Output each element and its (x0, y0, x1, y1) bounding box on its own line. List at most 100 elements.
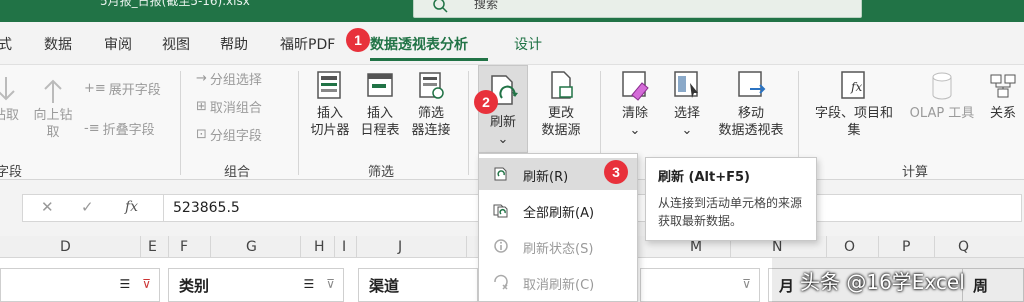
group-field-label: 分组字段 (209, 129, 262, 144)
slicer-channel-right[interactable]: ⊽ (640, 268, 760, 302)
column-divider (210, 236, 211, 258)
column-header[interactable]: N (772, 239, 782, 255)
menu-item-refresh-all[interactable]: 全部刷新(A) (479, 194, 637, 226)
slicer-controls: ⊽ (742, 277, 751, 291)
tab-help[interactable]: 帮助 (220, 34, 248, 54)
clear-filter-icon[interactable]: ⊽ (326, 277, 335, 291)
expand-field-button[interactable]: +≡ 展开字段 (84, 79, 161, 98)
select-icon (674, 71, 698, 98)
select-button[interactable]: 选择 ⌄ (664, 69, 710, 139)
column-header[interactable]: E (148, 239, 157, 255)
drill-down-button[interactable]: 钻取 (0, 75, 26, 124)
search-placeholder: 搜索 (474, 0, 499, 11)
tab-foxit-pdf[interactable]: 福昕PDF (280, 34, 335, 54)
tab-formulas[interactable]: 式 (0, 34, 12, 54)
slicer-partial[interactable]: ☰ ⊽ (0, 268, 160, 302)
column-divider (934, 236, 935, 258)
slicer-icon (317, 71, 341, 99)
menu-item-cancel-refresh[interactable]: 取消刷新(C) (479, 266, 637, 298)
fields-items-label: 字段、项目和 集 (814, 106, 893, 138)
insert-function-icon[interactable]: fx (125, 199, 138, 215)
column-header[interactable]: D (60, 239, 71, 255)
menu-item-label: 刷新(R) (523, 170, 569, 185)
ungroup-icon: ⊞ (196, 99, 207, 114)
enter-icon[interactable]: ✓ (81, 198, 94, 216)
refresh-all-icon (493, 204, 508, 218)
collapse-icon: -≡ (84, 121, 100, 136)
tab-data[interactable]: 数据 (44, 34, 72, 54)
column-header[interactable]: Q (958, 239, 969, 255)
cancel-icon[interactable]: ✕ (41, 198, 54, 216)
insert-slicer-label: 插入 切片器 (310, 106, 350, 138)
group-field-icon: ⊡ (196, 127, 207, 142)
active-tab-underline (370, 58, 488, 61)
fields-items-sets-button[interactable]: fx 字段、项目和 集 (806, 69, 902, 139)
search-box[interactable]: 搜索 (413, 0, 862, 18)
column-header[interactable]: O (844, 239, 855, 255)
clear-filter-icon[interactable]: ⊽ (142, 277, 151, 291)
ribbon-tabs: 式 数据 审阅 视图 帮助 福昕PDF 数据透视表分析 设计 (0, 22, 1024, 64)
insert-slicer-button[interactable]: 插入 切片器 (308, 69, 352, 139)
column-header[interactable]: F (180, 239, 188, 255)
slicer-controls: ☰ ⊽ (303, 277, 335, 291)
group-selection-label: 分组选择 (209, 73, 262, 88)
fields-items-icon: fx (841, 71, 865, 99)
change-source-icon (551, 71, 573, 99)
file-name: 5月报_日报(截至5-16).xlsx (100, 0, 250, 8)
clear-button[interactable]: 清除 ⌄ (612, 69, 658, 139)
column-divider (878, 236, 879, 258)
column-divider (300, 236, 301, 258)
tab-pivottable-analyze[interactable]: 数据透视表分析 (370, 34, 468, 54)
search-icon (433, 0, 448, 13)
step-badge-3: 3 (604, 160, 628, 184)
slicer-controls: ☰ ⊽ (119, 277, 151, 291)
group-selection-button[interactable]: → 分组选择 (196, 69, 262, 88)
change-source-label: 更改 数据源 (541, 106, 581, 138)
column-header[interactable]: M (690, 239, 702, 255)
slicer-channel[interactable]: 渠道 (358, 268, 478, 302)
tab-design[interactable]: 设计 (514, 34, 542, 54)
clear-filter-icon[interactable]: ⊽ (742, 277, 751, 291)
ungroup-button[interactable]: ⊞ 取消组合 (196, 97, 262, 116)
separator (180, 71, 181, 175)
multi-select-icon[interactable]: ☰ (119, 277, 130, 291)
change-data-source-button[interactable]: 更改 数据源 (532, 69, 590, 139)
refresh-tooltip: 刷新 (Alt+F5) 从连接到活动单元格的来源获取最新数据。 (645, 157, 817, 241)
clear-label: 清除 (621, 106, 648, 121)
relationships-button[interactable]: 关系 (982, 69, 1024, 122)
drill-up-button[interactable]: 向上钻取 (30, 75, 76, 141)
filter-connections-label: 筛选 器连接 (411, 106, 451, 138)
chevron-down-icon: ⌄ (681, 123, 693, 138)
slicer-category[interactable]: 类别 ☰ ⊽ (168, 268, 344, 302)
step-badge-1: 1 (346, 28, 370, 52)
multi-select-icon[interactable]: ☰ (303, 277, 314, 291)
filter-connections-icon (419, 72, 444, 99)
tab-view[interactable]: 视图 (162, 34, 190, 54)
column-header[interactable]: G (246, 239, 257, 255)
column-header[interactable]: I (342, 239, 346, 255)
move-pivottable-button[interactable]: 移动 数据透视表 (712, 69, 790, 139)
relationships-label: 关系 (989, 106, 1016, 121)
formula-input[interactable]: 523865.5 (173, 200, 240, 216)
arrow-right-icon: → (196, 71, 207, 86)
separator (468, 71, 469, 175)
filter-connections-button[interactable]: 筛选 器连接 (408, 69, 454, 139)
menu-item-refresh-status[interactable]: 刷新状态(S) (479, 230, 637, 262)
column-header[interactable]: P (902, 239, 910, 255)
insert-timeline-button[interactable]: 插入 日程表 (358, 69, 402, 139)
timeline-icon (367, 73, 393, 97)
drill-up-label: 向上钻取 (33, 108, 73, 140)
tooltip-description: 从连接到活动单元格的来源获取最新数据。 (658, 196, 803, 228)
menu-item-label: 刷新状态(S) (523, 242, 594, 257)
column-header[interactable]: H (314, 239, 325, 255)
tab-review[interactable]: 审阅 (104, 34, 132, 54)
separator (298, 71, 299, 175)
group-field-button[interactable]: ⊡ 分组字段 (196, 125, 262, 144)
menu-item-label: 全部刷新(A) (523, 206, 595, 221)
group-label-filter: 筛选 (368, 165, 395, 180)
collapse-field-button[interactable]: -≡ 折叠字段 (84, 119, 155, 138)
column-header[interactable]: J (398, 239, 402, 255)
olap-tools-button[interactable]: OLAP 工具 (902, 69, 982, 122)
refresh-label: 刷新 (489, 115, 516, 130)
drill-up-icon (44, 79, 62, 103)
